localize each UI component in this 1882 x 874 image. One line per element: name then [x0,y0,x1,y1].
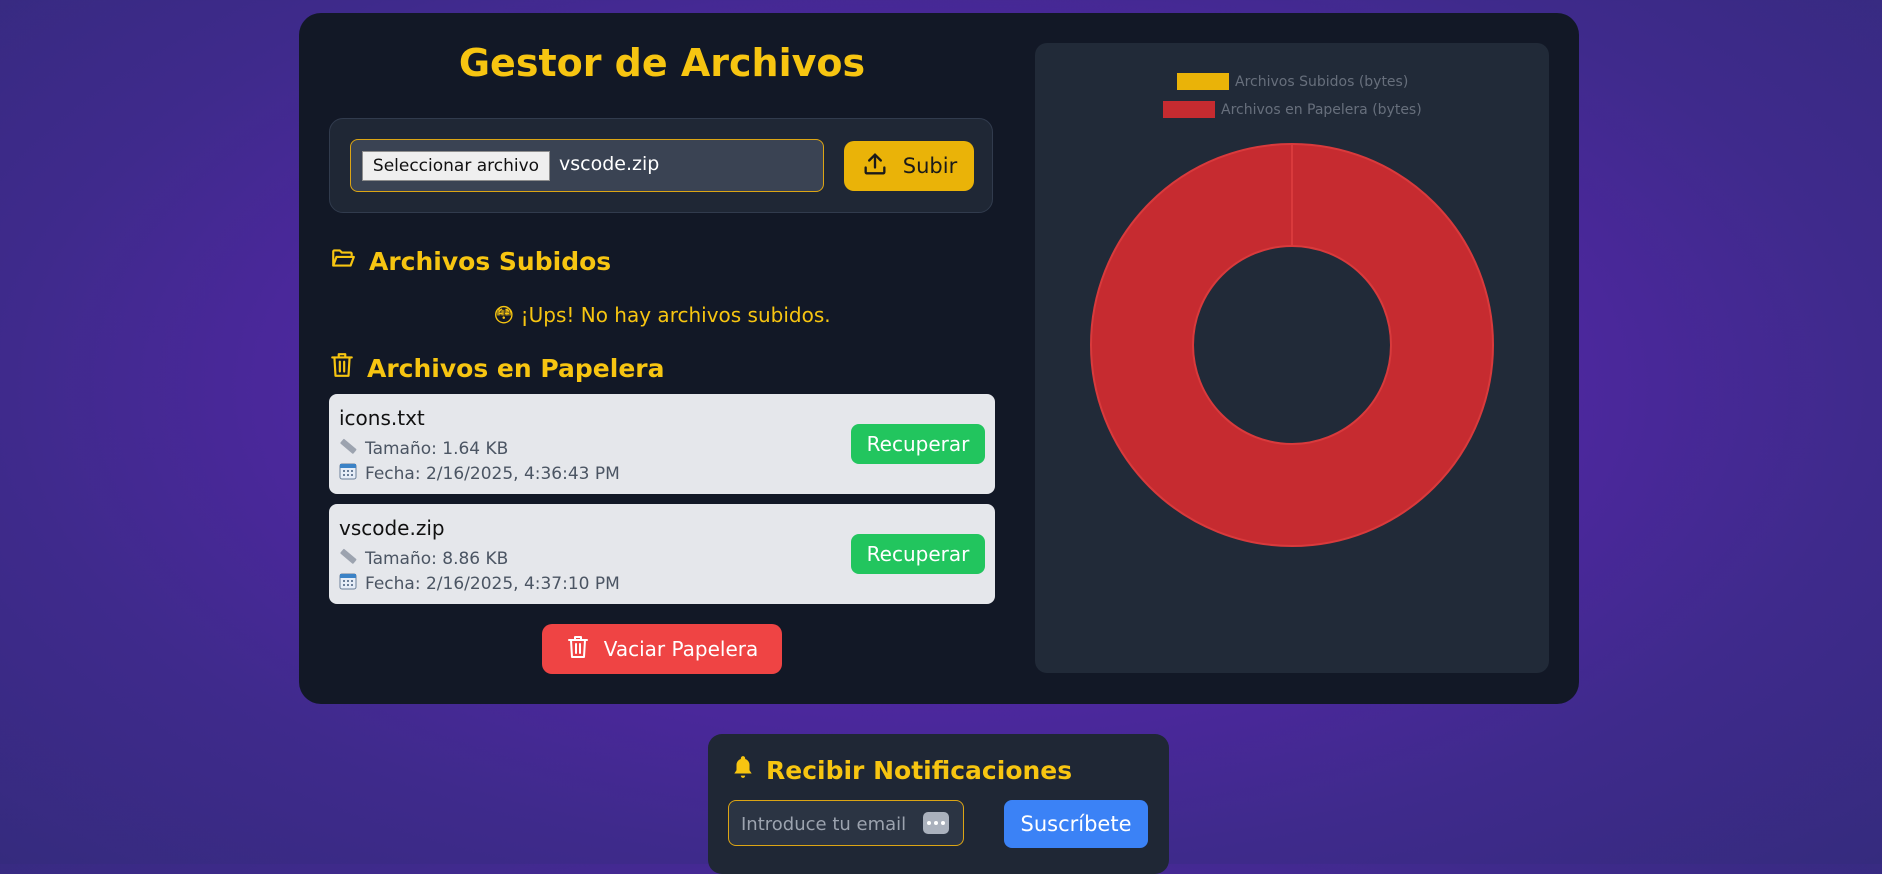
upload-form: Seleccionar archivo vscode.zip Subir [329,118,993,213]
notifications-heading-text: Recibir Notificaciones [766,755,1073,785]
uploaded-files-heading-text: Archivos Subidos [369,246,612,276]
email-input[interactable] [739,809,913,839]
folder-open-icon [329,245,357,277]
file-input[interactable]: Seleccionar archivo vscode.zip [350,139,824,192]
notifications-card: Recibir Notificaciones Suscríbete [708,734,1169,874]
trash-item-size: Tamaño: 1.64 KB [339,437,508,460]
trash-item-name: icons.txt [339,406,425,430]
empty-uploads-text: ¡Ups! No hay archivos subidos. [520,303,831,327]
trash-icon [566,632,590,667]
trash-list-item: vscode.zip Tamaño: 8.86 KB Fecha: 2/16/2… [329,504,995,604]
upload-button[interactable]: Subir [844,141,974,191]
file-manager-card: Gestor de Archivos Seleccionar archivo v… [299,13,1579,704]
upload-icon [861,150,889,183]
trash-list-item: icons.txt Tamaño: 1.64 KB Fecha: 2/16/20… [329,394,995,494]
subscribe-button[interactable]: Suscríbete [1004,800,1148,848]
trash-heading: Archivos en Papelera [329,350,664,386]
empty-uploads-message: 😳 ¡Ups! No hay archivos subidos. [329,303,995,327]
upload-button-label: Subir [902,154,958,178]
password-manager-icon[interactable] [923,812,949,834]
email-field[interactable] [728,800,964,846]
recover-button[interactable]: Recuperar [851,534,985,574]
page-title: Gestor de Archivos [458,41,866,85]
empty-trash-button[interactable]: Vaciar Papelera [542,624,782,674]
choose-file-button[interactable]: Seleccionar archivo [362,151,550,181]
ruler-icon [339,547,357,570]
calendar-icon [339,572,357,595]
trash-heading-text: Archivos en Papelera [367,353,665,383]
selected-file-name: vscode.zip [559,153,660,175]
notifications-heading: Recibir Notificaciones [730,754,1072,786]
flushed-face-emoji: 😳 [493,303,515,327]
calendar-icon [339,462,357,485]
uploaded-files-heading: Archivos Subidos [329,245,611,277]
trash-item-name: vscode.zip [339,516,445,540]
trash-item-date: Fecha: 2/16/2025, 4:37:10 PM [339,572,620,595]
storage-chart-panel: Archivos Subidos (bytes) Archivos en Pap… [1035,43,1549,673]
empty-trash-label: Vaciar Papelera [603,637,759,661]
ruler-icon [339,437,357,460]
trash-item-date: Fecha: 2/16/2025, 4:36:43 PM [339,462,620,485]
bell-icon [730,754,756,786]
doughnut-chart[interactable] [1035,43,1549,673]
trash-icon [329,350,355,386]
recover-button[interactable]: Recuperar [851,424,985,464]
trash-item-size: Tamaño: 8.86 KB [339,547,508,570]
